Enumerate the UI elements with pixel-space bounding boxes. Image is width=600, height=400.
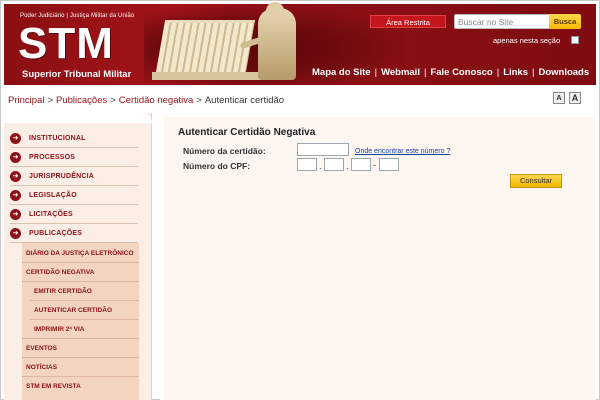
apenas-label: apenas nesta seção — [493, 36, 561, 45]
font-decrease-button[interactable]: A — [553, 92, 565, 104]
statue-head-image — [266, 2, 284, 20]
breadcrumb-separator: > — [196, 95, 202, 106]
nav-fale-conosco[interactable]: Fale Conosco — [430, 67, 492, 78]
nav-separator: | — [374, 67, 378, 78]
submenu-eventos[interactable]: EVENTOS — [26, 339, 57, 357]
submenu-autenticar-certidao[interactable]: AUTENTICAR CERTIDÃO — [34, 301, 112, 319]
certidao-label: Número da certidão: — [183, 146, 266, 156]
search-button[interactable]: Busca — [549, 14, 581, 29]
certidao-input[interactable] — [297, 143, 349, 156]
sidebar-item-legislacao[interactable]: ➜ LEGISLAÇÃO — [10, 187, 138, 205]
sidebar-item-label: LEGISLAÇÃO — [29, 192, 77, 199]
nav-webmail[interactable]: Webmail — [381, 67, 420, 78]
arrow-right-icon: ➜ — [10, 152, 21, 163]
sidebar-item-label: INSTITUCIONAL — [29, 135, 86, 142]
breadcrumb-publicacoes[interactable]: Publicações — [56, 95, 107, 106]
building-image — [154, 20, 256, 78]
nav-separator: | — [496, 67, 500, 78]
submenu-diario-da-justica[interactable]: DIÁRIO DA JUSTIÇA ELETRÔNICO — [26, 244, 134, 262]
arrow-right-icon: ➜ — [10, 171, 21, 182]
sidebar-item-jurisprudencia[interactable]: ➜ JURISPRUDÊNCIA — [10, 168, 138, 186]
cpf-label: Número do CPF: — [183, 161, 251, 171]
cpf-input-part2[interactable] — [324, 158, 344, 171]
nav-links[interactable]: Links — [503, 67, 528, 78]
arrow-right-icon: ➜ — [10, 228, 21, 239]
sidebar-item-institucional[interactable]: ➜ INSTITUCIONAL — [10, 130, 138, 148]
breadcrumb-current: Autenticar certidão — [204, 95, 285, 106]
page-title: Autenticar Certidão Negativa — [178, 127, 316, 138]
stm-logo[interactable]: STM — [18, 21, 114, 67]
font-increase-button[interactable]: A — [569, 92, 581, 104]
area-restrita-button[interactable]: Área Restrita — [370, 15, 446, 28]
cpf-separator: . — [319, 161, 322, 171]
arrow-right-icon: ➜ — [10, 133, 21, 144]
breadcrumb-separator: > — [47, 95, 53, 106]
where-to-find-link[interactable]: Onde encontrar este número ? — [355, 148, 450, 155]
cpf-dash: - — [373, 160, 376, 170]
nav-downloads[interactable]: Downloads — [538, 67, 589, 78]
breadcrumb-principal[interactable]: Principal — [8, 95, 44, 106]
breadcrumb-certidao-negativa[interactable]: Certidão negativa — [119, 95, 193, 106]
submenu-certidao-negativa[interactable]: CERTIDÃO NEGATIVA — [26, 263, 94, 281]
apenas-checkbox[interactable] — [571, 36, 579, 44]
arrow-right-icon: ➜ — [10, 209, 21, 220]
submenu-noticias[interactable]: NOTÍCIAS — [26, 358, 57, 376]
sidebar-item-publicacoes[interactable]: ➜ PUBLICAÇÕES — [10, 225, 138, 243]
cpf-input-part4[interactable] — [379, 158, 399, 171]
cpf-input-part1[interactable] — [297, 158, 317, 171]
consultar-button[interactable]: Consultar — [510, 174, 562, 188]
building-base-image — [152, 72, 262, 80]
top-nav: Mapa do Site | Webmail | Fale Conosco | … — [312, 67, 589, 78]
sidebar-top-curve — [4, 113, 152, 123]
search-input[interactable]: Buscar no Site — [454, 14, 550, 29]
arrow-right-icon: ➜ — [10, 190, 21, 201]
cpf-separator: . — [346, 161, 349, 171]
logo-subtitle: Superior Tribunal Militar — [22, 69, 132, 80]
nav-separator: | — [532, 67, 535, 78]
sidebar-item-label: JURISPRUDÊNCIA — [29, 173, 95, 180]
breadcrumb: Principal > Publicações > Certidão negativa >… — [8, 95, 284, 106]
sidebar-item-licitacoes[interactable]: ➜ LICITAÇÕES — [10, 206, 138, 224]
cpf-input-part3[interactable] — [351, 158, 371, 171]
submenu-emitir-certidao[interactable]: EMITIR CERTIDÃO — [34, 282, 92, 300]
submenu-imprimir-2a-via[interactable]: IMPRIMIR 2ª VIA — [34, 320, 84, 338]
nav-separator: | — [423, 67, 427, 78]
sidebar-item-label: LICITAÇÕES — [29, 211, 73, 218]
submenu-stm-em-revista[interactable]: STM EM REVISTA — [26, 377, 81, 395]
sidebar-item-processos[interactable]: ➜ PROCESSOS — [10, 149, 138, 167]
sidebar-item-label: PROCESSOS — [29, 154, 76, 161]
breadcrumb-separator: > — [110, 95, 116, 106]
sidebar-item-label: PUBLICAÇÕES — [29, 230, 83, 237]
nav-mapa-do-site[interactable]: Mapa do Site — [312, 67, 371, 78]
